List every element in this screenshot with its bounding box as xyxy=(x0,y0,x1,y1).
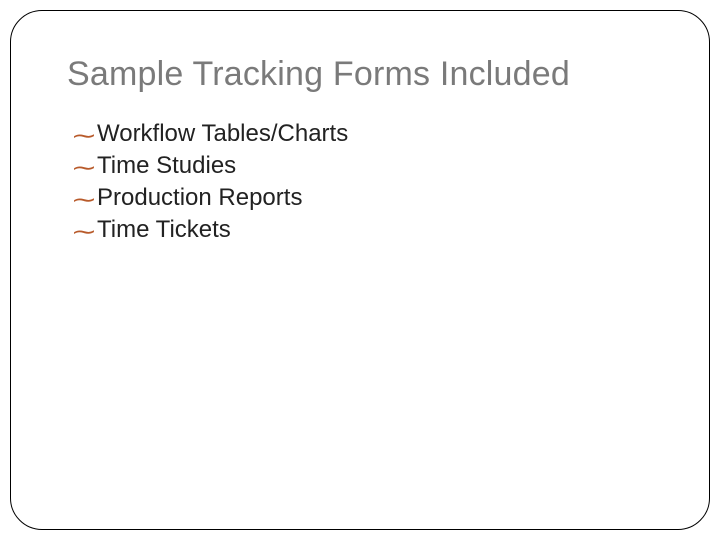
wave-bullet-icon: ⁓ xyxy=(73,125,95,147)
list-item: ⁓ Time Tickets xyxy=(73,216,653,244)
list-item: ⁓ Workflow Tables/Charts xyxy=(73,120,653,148)
list-item: ⁓ Time Studies xyxy=(73,152,653,180)
list-item: ⁓ Production Reports xyxy=(73,184,653,212)
list-item-text: Time Studies xyxy=(97,152,236,180)
slide-frame: Sample Tracking Forms Included ⁓ Workflo… xyxy=(10,10,710,530)
list-item-text: Workflow Tables/Charts xyxy=(97,120,348,148)
list-item-text: Time Tickets xyxy=(97,216,231,244)
bullet-list: ⁓ Workflow Tables/Charts ⁓ Time Studies … xyxy=(67,120,653,244)
slide-title: Sample Tracking Forms Included xyxy=(67,55,653,94)
wave-bullet-icon: ⁓ xyxy=(73,189,95,211)
list-item-text: Production Reports xyxy=(97,184,302,212)
wave-bullet-icon: ⁓ xyxy=(73,157,95,179)
wave-bullet-icon: ⁓ xyxy=(73,221,95,243)
